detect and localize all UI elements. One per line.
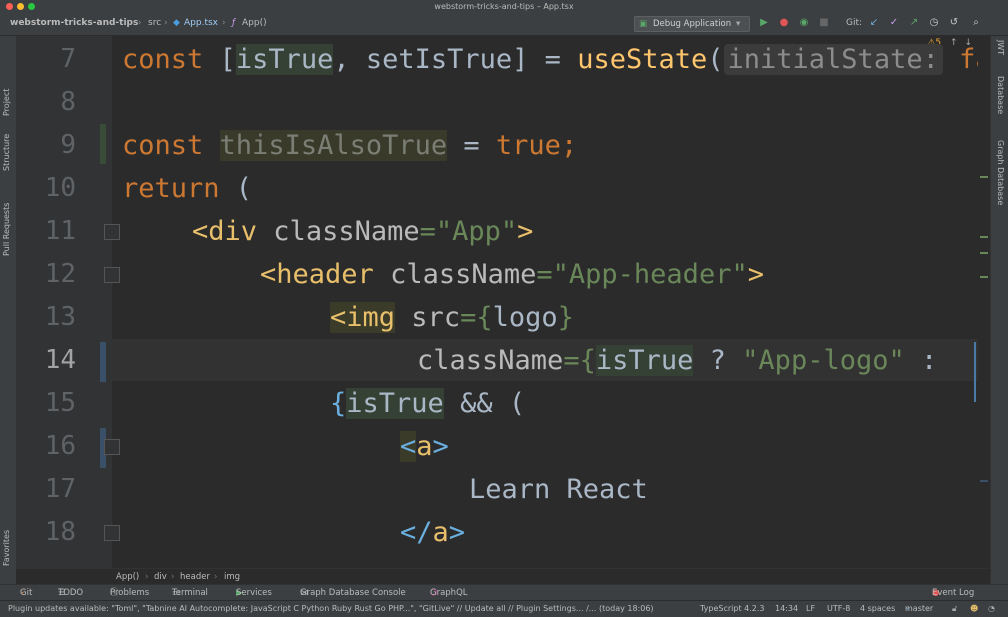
- chevron-down-icon: ▾: [736, 19, 741, 29]
- stripe-mark[interactable]: [980, 252, 988, 254]
- breadcrumb-separator-icon: ›: [214, 572, 218, 582]
- line-number: 12: [44, 259, 76, 289]
- breadcrumb-item[interactable]: div: [154, 569, 167, 585]
- jwt-tool-button[interactable]: JWT: [996, 40, 1005, 55]
- coverage-icon[interactable]: ◉: [798, 17, 810, 29]
- code-line-7: const [isTrue, setIsTrue] = useState(ini…: [122, 44, 978, 75]
- scroll-position-marker: [974, 342, 976, 402]
- ai-assistant-icon[interactable]: ☻: [970, 601, 978, 616]
- line-number: 15: [44, 388, 76, 418]
- tool-window-bar: ⑂ Git ☰ TODO ⓘ Problems ▭ Terminal ▶ Ser…: [0, 584, 1008, 601]
- navigation-bar: webstorm-tricks-and-tips › src › ◆ App.t…: [0, 13, 1008, 36]
- rollback-icon[interactable]: ↺: [948, 17, 960, 29]
- database-tool-button[interactable]: Database: [996, 76, 1005, 114]
- code-line-14: className={isTrue ? "App-logo" :: [417, 345, 938, 376]
- breadcrumb-item[interactable]: header: [180, 569, 210, 585]
- stripe-mark[interactable]: [980, 176, 988, 178]
- git-label: Git:: [846, 18, 863, 28]
- code-line-9: const thisIsAlsoTrue = true;: [122, 130, 578, 161]
- breadcrumb-item[interactable]: img: [224, 569, 240, 585]
- nav-folder[interactable]: src: [148, 18, 161, 28]
- minimize-window-button[interactable]: [17, 3, 24, 10]
- language-service-widget[interactable]: TypeScript 4.2.3: [700, 601, 764, 616]
- stripe-mark[interactable]: [980, 276, 988, 278]
- status-bar: Plugin updates available: "Toml", "Tabni…: [0, 600, 1008, 617]
- line-number: 17: [44, 474, 76, 504]
- line-number: 7: [60, 44, 76, 74]
- vcs-added-marker: [100, 124, 106, 164]
- code-line-17: Learn React: [469, 474, 648, 505]
- debug-config-icon: ▣: [639, 19, 648, 29]
- close-window-button[interactable]: [6, 3, 13, 10]
- line-separator-widget[interactable]: LF: [806, 601, 815, 616]
- indent-widget[interactable]: 4 spaces: [860, 601, 895, 616]
- window-title-bar: webstorm-tricks-and-tips – App.tsx: [0, 0, 1008, 13]
- editor-breadcrumbs: App() › div › header › img: [16, 568, 990, 585]
- breadcrumb-separator-icon: ›: [145, 572, 149, 582]
- editor-gutter: 7 8 9 10 11 12 13 14 15 16 17 18: [16, 36, 120, 568]
- code-line-15: {isTrue && (: [330, 388, 526, 419]
- line-number: 11: [44, 216, 76, 246]
- run-configuration-label: Debug Application: [653, 19, 732, 29]
- code-line-13: <img src={logo}: [330, 302, 574, 333]
- git-commit-icon[interactable]: ✓: [888, 17, 900, 29]
- debug-icon[interactable]: ●: [778, 17, 790, 29]
- zoom-window-button[interactable]: [28, 3, 35, 10]
- breadcrumb-separator-icon: ›: [171, 572, 175, 582]
- right-tool-strip: JWT Database Graph Database: [990, 36, 1008, 584]
- breadcrumb-item[interactable]: App(): [116, 569, 139, 585]
- nav-separator-icon: ›: [164, 18, 168, 28]
- line-number: 9: [60, 130, 76, 160]
- structure-tool-button[interactable]: Structure: [2, 134, 11, 171]
- status-message[interactable]: Plugin updates available: "Toml", "Tabni…: [8, 601, 692, 616]
- git-history-icon[interactable]: ◷: [928, 17, 940, 29]
- code-line-18: </a>: [400, 517, 466, 548]
- encoding-widget[interactable]: UTF-8: [827, 601, 850, 616]
- vcs-modified-marker: [100, 342, 106, 382]
- window-title: webstorm-tricks-and-tips – App.tsx: [434, 2, 574, 11]
- run-configuration-select[interactable]: ▣ Debug Application ▾: [634, 16, 750, 32]
- line-number: 16: [44, 431, 76, 461]
- code-line-10: return (: [122, 173, 253, 204]
- stripe-mark[interactable]: [980, 236, 988, 238]
- line-number: 18: [44, 517, 76, 547]
- run-icon[interactable]: ▶: [758, 17, 770, 29]
- parameter-hint: initialState:: [723, 44, 943, 75]
- stop-icon[interactable]: ■: [818, 17, 830, 29]
- editor-error-stripe[interactable]: [978, 36, 990, 568]
- nav-separator-icon: ›: [222, 18, 226, 28]
- typescript-file-icon: ◆: [173, 18, 180, 28]
- project-tool-button[interactable]: Project: [2, 89, 11, 116]
- nav-symbol[interactable]: App(): [242, 18, 267, 28]
- code-line-16: <a>: [400, 431, 449, 462]
- search-everywhere-icon[interactable]: ⌕: [970, 17, 982, 29]
- left-tool-strip: Project Structure Pull Requests Favorite…: [0, 36, 17, 606]
- nav-project[interactable]: webstorm-tricks-and-tips: [10, 18, 138, 28]
- nav-separator-icon: ›: [138, 18, 142, 28]
- code-editor[interactable]: ⚠5 ↑ ↓ const [isTrue, setIsTrue] = useSt…: [112, 36, 978, 568]
- line-number: 8: [60, 87, 76, 117]
- code-line-12: <header className="App-header">: [260, 259, 764, 290]
- stripe-mark[interactable]: [980, 480, 988, 482]
- graph-database-tool-button[interactable]: Graph Database: [996, 140, 1005, 205]
- pull-requests-tool-button[interactable]: Pull Requests: [2, 203, 11, 256]
- line-number: 10: [44, 173, 76, 203]
- line-number: 14: [44, 345, 76, 375]
- memory-indicator-icon[interactable]: ◔: [988, 601, 995, 616]
- git-update-icon[interactable]: ↙: [868, 17, 880, 29]
- favorites-tool-button[interactable]: Favorites: [2, 530, 11, 566]
- caret-position-widget[interactable]: 14:34: [775, 601, 798, 616]
- lock-icon[interactable]: 🔓︎: [952, 601, 957, 616]
- git-push-icon[interactable]: ↗: [908, 17, 920, 29]
- nav-file[interactable]: App.tsx: [184, 18, 218, 28]
- line-number: 13: [44, 302, 76, 332]
- code-line-11: <div className="App">: [192, 216, 534, 247]
- function-icon: ƒ: [232, 18, 236, 28]
